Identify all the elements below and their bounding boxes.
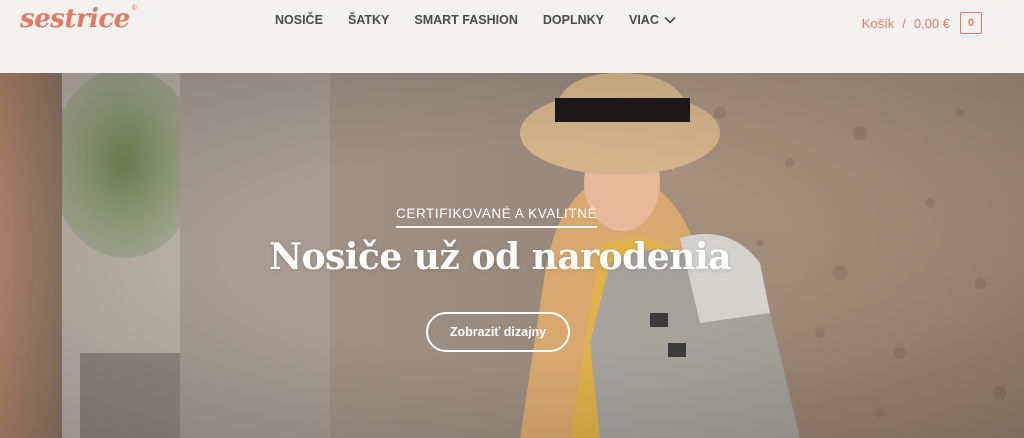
nav-item-nosice[interactable]: NOSIČE bbox=[275, 13, 323, 27]
hero-headline: Nosiče už od narodenia bbox=[269, 236, 731, 278]
site-header: sestrice® NOSIČE ŠATKY SMART FASHION DOP… bbox=[0, 0, 1024, 73]
nav-item-viac[interactable]: VIAC bbox=[629, 13, 676, 27]
hero-content: CERTIFIKOVANÉ A KVALITNÉ Nosiče už od na… bbox=[0, 73, 1024, 438]
cart-label: Košík bbox=[861, 15, 895, 31]
nav-item-smart-fashion[interactable]: SMART FASHION bbox=[414, 13, 517, 27]
chevron-down-icon bbox=[664, 16, 676, 24]
cart-amount: 0,00 € bbox=[913, 15, 950, 31]
cart-count-icon[interactable]: 0 bbox=[960, 12, 982, 34]
hero-eyebrow: CERTIFIKOVANÉ A KVALITNÉ bbox=[396, 206, 598, 228]
cart-separator: / bbox=[902, 15, 906, 31]
nav-item-satky[interactable]: ŠATKY bbox=[348, 13, 389, 27]
cart-link[interactable]: Košík / 0,00 € 0 bbox=[862, 12, 982, 34]
nav-item-doplnky[interactable]: DOPLNKY bbox=[543, 13, 604, 27]
view-designs-button[interactable]: Zobraziť dizajny bbox=[426, 312, 570, 352]
brand-logo[interactable]: sestrice® bbox=[20, 4, 138, 34]
main-nav: NOSIČE ŠATKY SMART FASHION DOPLNKY VIAC bbox=[275, 13, 701, 27]
hero-banner: CERTIFIKOVANÉ A KVALITNÉ Nosiče už od na… bbox=[0, 73, 1024, 438]
